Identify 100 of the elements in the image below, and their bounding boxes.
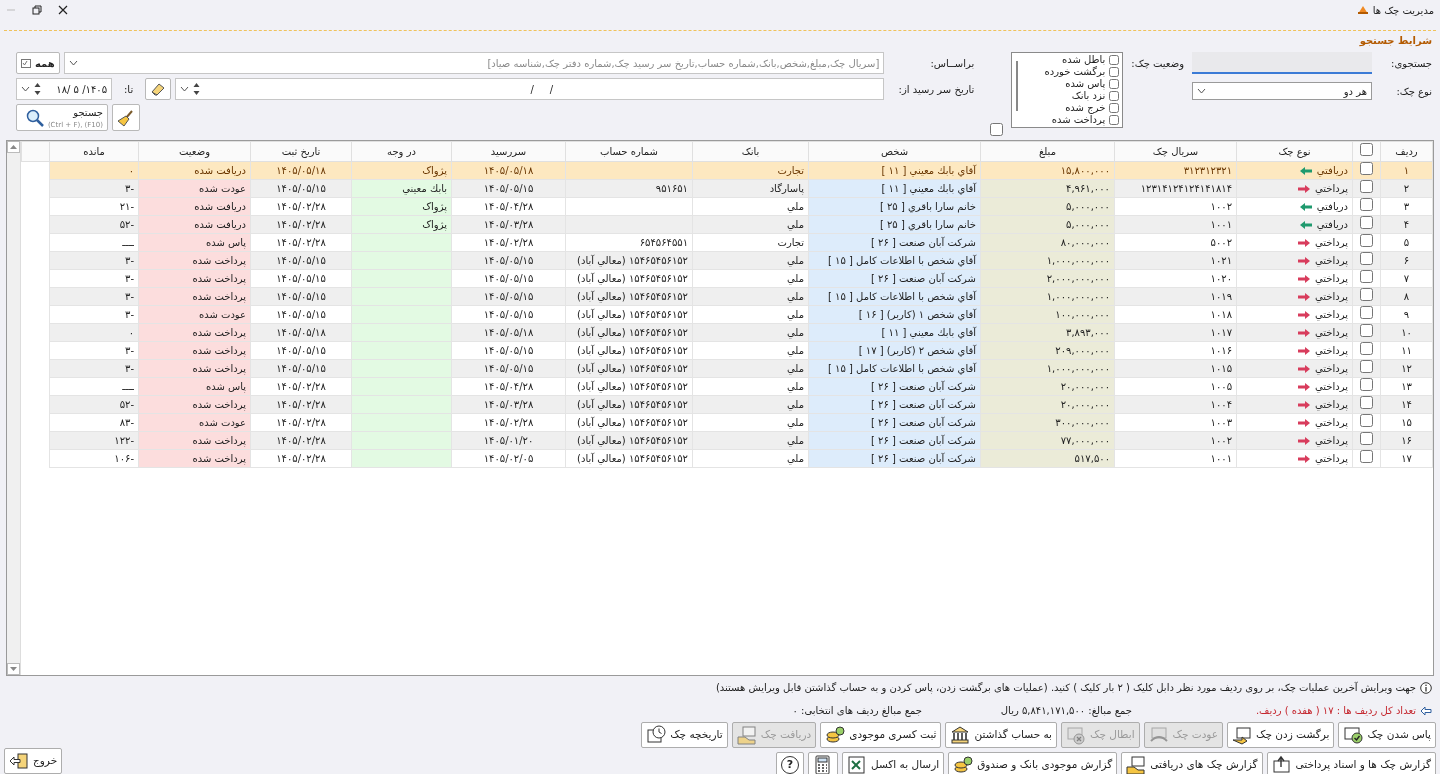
document-check-icon [1343,725,1364,745]
row-checkbox[interactable] [1360,450,1373,463]
section-title: شرایط جستجو [1358,34,1433,48]
chevron-icon[interactable] [1197,88,1206,94]
chevron-icon[interactable] [21,86,30,92]
column-header[interactable]: سریال چک [1114,141,1237,162]
row-checkbox[interactable] [1360,252,1373,265]
row-number[interactable]: ۱۷ [1380,449,1433,468]
column-header[interactable]: شخص [808,141,981,162]
table-cell: ــــ [49,377,139,396]
type-label: پرداختي [1314,452,1348,466]
row-checkbox[interactable] [1360,162,1373,175]
spreadsheet-icon [847,755,868,774]
scroll-up-icon[interactable] [7,141,20,153]
row-checkbox[interactable] [1360,342,1373,355]
row-checkbox[interactable] [1360,360,1373,373]
arrow-left-icon [1298,201,1313,212]
status-checkbox[interactable] [1109,79,1120,89]
row-checkbox[interactable] [1360,378,1373,391]
row-checkbox[interactable] [1360,306,1373,319]
close-icon[interactable] [58,5,68,15]
spinner-icon[interactable] [193,82,201,96]
row-number[interactable]: ۷ [1380,269,1433,288]
status-checkbox[interactable] [1109,115,1120,125]
all-button[interactable]: همه [16,52,60,74]
row-checkbox[interactable] [1360,396,1373,409]
header-checkbox[interactable] [1360,143,1373,156]
row-checkbox[interactable] [1360,198,1373,211]
coins-icon [953,755,974,774]
row-checkbox[interactable] [1360,414,1373,427]
type-label: پرداختي [1314,416,1348,430]
column-header[interactable]: مبلغ [980,141,1115,162]
search-field[interactable] [1192,52,1372,74]
action-button[interactable]: برگشت زدن چک [1227,722,1335,748]
row-number[interactable]: ۱۵ [1380,413,1433,432]
table-cell: -۳ [49,341,139,360]
date-to-field[interactable]: ۱۴۰۵/ ۵ /۱۸ [16,78,112,100]
arrow-right-icon [1296,237,1311,248]
eraser-button[interactable] [145,78,172,100]
spinner-icon[interactable] [34,82,41,96]
row-checkbox[interactable] [1360,180,1373,193]
action-button[interactable]: گزارش چک های دریافتی [1121,752,1263,774]
row-count: تعداد کل ردیف ها : ۱۷ ( هفده ) ردیف. [1255,704,1416,718]
table-cell: ۶۵۴۵۶۴۵۵۱ [565,233,693,252]
action-button[interactable]: تاریخچه چک [641,722,728,748]
help-button[interactable]: ? [776,752,805,774]
table-cell: ملي [692,413,809,432]
table-cell: ملي [692,449,809,468]
row-number[interactable]: ۱۳ [1380,377,1433,396]
column-header[interactable]: شماره حساب [565,141,693,162]
action-button[interactable]: پاس شدن چک [1338,722,1436,748]
row-number[interactable]: ۵ [1380,233,1433,252]
row-checkbox[interactable] [1360,234,1373,247]
action-button[interactable]: ثبت کسری موجودی [820,722,942,748]
table-cell: ۱۵۴۶۵۴۵۶۱۵۲ (معالي آباد) [565,269,693,288]
checkbox-label: پاس شده [1065,78,1106,90]
column-header[interactable]: ردیف [1380,141,1433,162]
date-from-field[interactable]: / / [175,78,885,100]
type-dropdown[interactable]: هر دو [1192,82,1372,100]
total-amount: جمع مبالغ: ۵,۸۴۱,۱۷۱,۵۰۰ ریال [999,704,1132,718]
basis-field[interactable]: [سريال چک,مبلغ,شخص,بانک,شماره حساب,تاريخ سر رسيد چک,شماره دفتر چک,شناسه صياد] [63,52,885,74]
row-number[interactable]: ۹ [1380,305,1433,324]
restore-icon[interactable] [32,5,42,15]
coins-icon [825,725,846,745]
column-header[interactable]: مانده [49,141,139,162]
row-number[interactable]: ۳ [1380,197,1433,216]
row-checkbox[interactable] [1360,432,1373,445]
status-checkbox[interactable] [1109,55,1120,65]
row-checkbox[interactable] [1360,270,1373,283]
row-checkbox[interactable] [1360,324,1373,337]
type-label: دریافتي [1316,200,1348,214]
column-header[interactable]: تاریخ ثبت [250,141,352,162]
action-button[interactable]: گزارش موجودی بانک و صندوق [948,752,1118,774]
status-checkbox[interactable] [1109,91,1120,101]
row-checkbox[interactable] [1360,288,1373,301]
row-checkbox[interactable] [1360,216,1373,229]
row-number[interactable]: ۱۱ [1380,341,1433,360]
status-checkbox[interactable] [1109,67,1120,77]
status-checkbox[interactable] [1109,103,1120,113]
chevron-icon[interactable] [68,60,78,66]
select-all-checkbox[interactable] [990,123,1004,136]
column-header[interactable]: وضعیت [138,141,251,162]
column-header[interactable]: نوع چک [1236,141,1353,162]
table-cell: -۸۳ [49,413,139,432]
calculator-button[interactable] [808,752,839,774]
hint-text: جهت ویرایش آخرین عملیات چک، بر روی ردیف مورد نظر دابل کلیک ( ۲ بار کلیک ) کنید. (عملیات های برگشت زدن، پاس کردن و به حساب گذاشتن قابل ویرایش هستند) [715,680,1416,695]
action-button[interactable]: به حساب گذاشتن [945,722,1058,748]
arrow-right-icon [1296,345,1311,356]
arrow-right-icon [1296,183,1311,194]
type-label: پرداختي [1314,236,1348,250]
action-button[interactable]: ارسال به اکسل [842,752,945,774]
scroll-down-icon[interactable] [7,663,20,675]
clear-button[interactable] [112,104,140,131]
action-button[interactable]: گزارش چک ها و اسناد پرداختی [1266,752,1436,774]
chevron-icon[interactable] [180,86,190,92]
column-header[interactable]: در وجه [351,141,452,162]
field-label: جستجوی: [1390,56,1432,71]
exit-button[interactable]: خروج [4,748,63,774]
column-header[interactable]: سررسید [451,141,566,162]
column-header[interactable]: بانک [692,141,809,162]
